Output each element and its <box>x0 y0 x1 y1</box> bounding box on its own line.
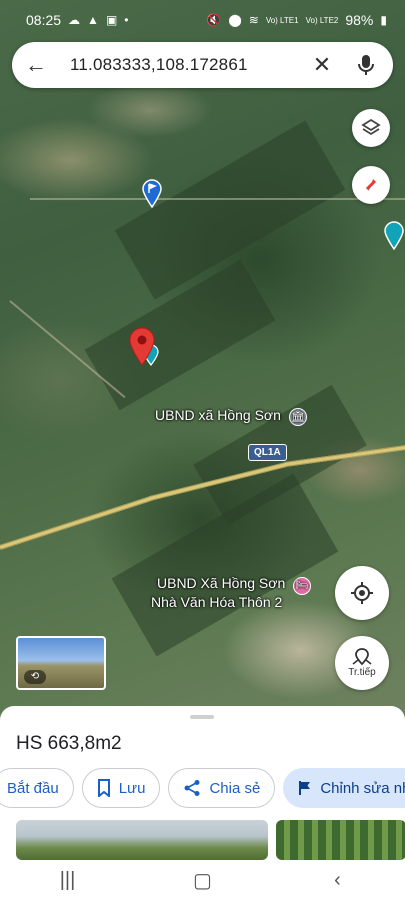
search-bar[interactable]: ← 11.083333,108.172861 ✕ <box>12 42 393 88</box>
teal-marker[interactable] <box>382 220 405 255</box>
close-icon[interactable]: ✕ <box>307 52 337 78</box>
back-arrow-icon[interactable]: ← <box>24 52 48 78</box>
red-location-pin[interactable] <box>128 326 156 371</box>
recent-apps-icon[interactable]: ||| <box>38 869 98 892</box>
chip-label: Chia sẻ <box>209 779 261 797</box>
highway-ql1a <box>0 495 153 550</box>
directions-label: Tr.tiếp <box>348 667 376 678</box>
action-chips: Bắt đầu Lưu Chia sẻ Chỉnh sửa nh <box>0 768 405 808</box>
place-photo[interactable] <box>276 820 405 860</box>
map-track <box>30 198 405 200</box>
search-query[interactable]: 11.083333,108.172861 <box>70 55 307 75</box>
location-status-icon: ⬤ <box>228 13 242 27</box>
share-button[interactable]: Chia sẻ <box>168 768 276 808</box>
street-view-thumbnail[interactable]: ⟲ <box>16 636 106 690</box>
share-icon <box>184 780 200 796</box>
wifi-icon: ≋ <box>248 13 259 27</box>
battery-level: 98% <box>345 12 374 28</box>
maps-screen: 08:25 ☁ ▲ ▣ • 🔇 ⬤ ≋ Vo) LTE1 Vo) LTE2 98… <box>0 0 405 900</box>
360-icon: ⟲ <box>24 670 46 684</box>
directions-icon <box>352 648 372 666</box>
drive-icon: ▲ <box>87 13 99 27</box>
home-icon[interactable]: ▢ <box>173 868 233 893</box>
hotel-icon: 🛏 <box>293 577 312 595</box>
route-shield: QL1A <box>248 444 287 461</box>
mute-icon: 🔇 <box>206 13 222 27</box>
my-location-button[interactable] <box>335 566 389 620</box>
place-label-text: UBND Xã Hồng Sơn <box>157 575 286 591</box>
government-building-icon: 🏛 <box>288 408 307 426</box>
blue-flag-marker[interactable] <box>141 178 163 213</box>
compass-button[interactable] <box>352 166 390 204</box>
place-label-ubnd-2[interactable]: UBND Xã Hồng Sơn 🛏 <box>157 575 312 595</box>
place-label-ubnd-1[interactable]: UBND xã Hồng Sơn 🏛 <box>155 407 307 426</box>
drag-handle[interactable] <box>190 715 214 719</box>
chip-label: Lưu <box>118 779 146 797</box>
status-bar: 08:25 ☁ ▲ ▣ • 🔇 ⬤ ≋ Vo) LTE1 Vo) LTE2 98… <box>0 0 405 40</box>
clock: 08:25 <box>26 12 62 28</box>
edit-button[interactable]: Chỉnh sửa nh <box>283 768 405 808</box>
start-button[interactable]: Bắt đầu <box>0 768 74 808</box>
directions-button[interactable]: Tr.tiếp <box>335 636 389 690</box>
back-nav-icon[interactable]: ‹ <box>308 869 368 892</box>
chip-label: Bắt đầu <box>7 779 59 797</box>
mic-icon[interactable] <box>351 54 381 76</box>
place-photos <box>16 820 405 860</box>
compass-icon <box>365 179 377 191</box>
layers-icon <box>361 118 381 136</box>
cloud-icon: ☁ <box>68 13 81 27</box>
battery-icon: ▮ <box>380 13 387 27</box>
place-photo[interactable] <box>16 820 268 860</box>
place-label-nha-van-hoa[interactable]: Nhà Văn Hóa Thôn 2 <box>151 594 282 610</box>
signal1-icon: Vo) LTE1 <box>265 15 299 25</box>
bookmark-icon <box>97 779 110 797</box>
system-nav-bar: ||| ▢ ‹ <box>0 860 405 900</box>
save-button[interactable]: Lưu <box>81 768 161 808</box>
place-sheet[interactable]: HS 663,8m2 Bắt đầu Lưu Chia sẻ Chỉnh sửa… <box>0 706 405 860</box>
my-location-icon <box>351 582 373 604</box>
dot-icon: • <box>124 13 129 27</box>
chip-label: Chỉnh sửa nh <box>320 779 405 797</box>
layers-button[interactable] <box>352 109 390 147</box>
signal2-icon: Vo) LTE2 <box>305 15 339 25</box>
flag-icon <box>299 781 311 795</box>
place-title: HS 663,8m2 <box>16 733 122 754</box>
app-icon: ▣ <box>105 13 118 27</box>
place-label-text: UBND xã Hồng Sơn <box>155 407 281 423</box>
